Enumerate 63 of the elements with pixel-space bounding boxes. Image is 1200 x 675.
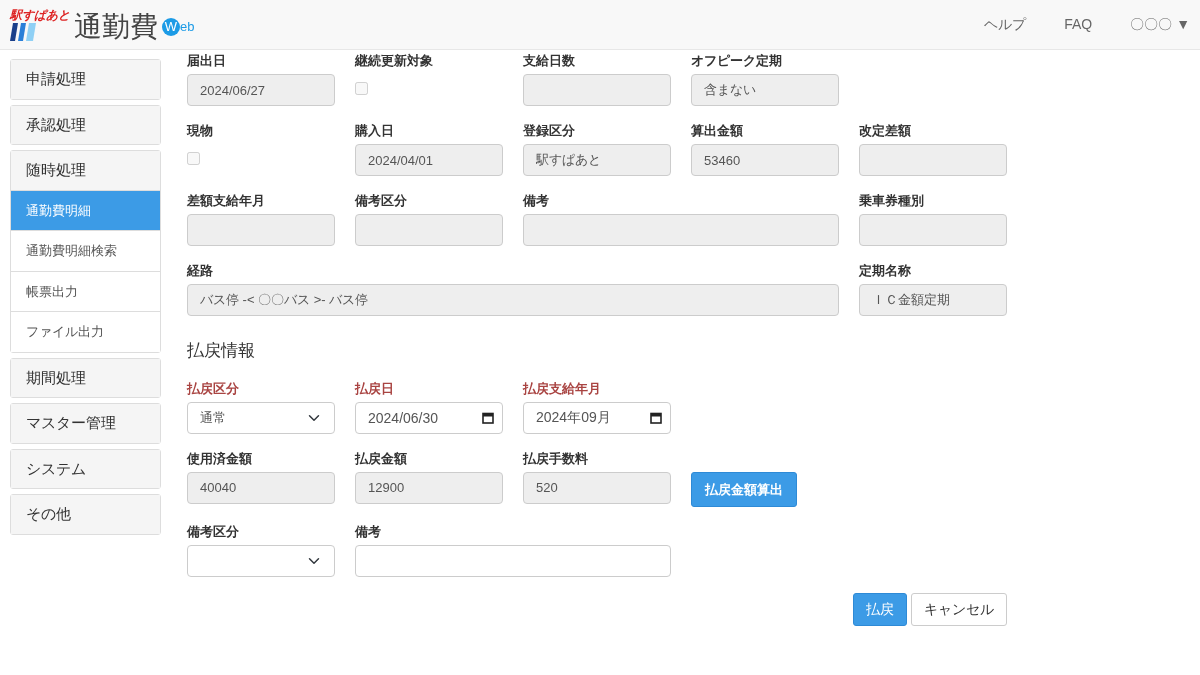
calendar-icon[interactable] <box>650 411 662 424</box>
logo-tagline: 駅すぱあと <box>10 8 70 23</box>
sidebar-item[interactable]: ファイル出力 <box>11 311 160 352</box>
logo-title: 通勤費 <box>74 12 158 41</box>
field-label: 備考 <box>523 192 550 210</box>
field-label: 払戻金額 <box>355 449 408 468</box>
field-label: 払戻手数料 <box>523 449 589 468</box>
field-label: 継続更新対象 <box>355 52 434 70</box>
field-label: 現物 <box>187 122 214 140</box>
sidebar-group[interactable]: 申請処理 <box>11 60 160 99</box>
text-field[interactable]: 520 <box>523 471 671 504</box>
date-field[interactable]: 2024年09月 <box>523 401 671 434</box>
text-field[interactable]: 駅すぱあと <box>523 144 671 176</box>
calendar-icon[interactable] <box>482 411 494 424</box>
field-label: 定期名称 <box>859 262 912 280</box>
sidebar-group[interactable]: 随時処理 <box>11 151 160 190</box>
text-field[interactable]: 2024/06/27 <box>187 74 335 106</box>
text-field[interactable] <box>355 545 671 577</box>
field-label: 払戻支給年月 <box>523 379 602 398</box>
field-label: 購入日 <box>355 122 395 140</box>
sidebar-group[interactable]: マスター管理 <box>11 404 160 443</box>
sidebar-group[interactable]: その他 <box>11 495 160 534</box>
field-label: オフピーク定期 <box>691 52 783 70</box>
text-field[interactable] <box>523 74 671 106</box>
sidebar-group[interactable]: システム <box>11 449 160 488</box>
field-label: 算出金額 <box>691 122 744 140</box>
select-field[interactable] <box>187 545 335 577</box>
logo-badge: W <box>162 17 180 36</box>
text-field[interactable]: 12900 <box>355 471 503 504</box>
field-label: 支給日数 <box>523 52 576 70</box>
field-label: 登録区分 <box>523 122 576 140</box>
field-label: 乗車券種別 <box>859 192 925 210</box>
field-label: 使用済金額 <box>187 449 253 468</box>
select-field[interactable]: 通常 <box>187 401 335 434</box>
text-field[interactable] <box>859 214 1007 246</box>
section-heading: 払戻情報 <box>187 340 256 362</box>
text-field[interactable] <box>187 214 335 246</box>
text-field[interactable] <box>523 214 839 246</box>
sidebar-group[interactable]: 承認処理 <box>11 105 160 144</box>
sidebar-group[interactable]: 期間処理 <box>11 358 160 397</box>
logo-suffix: eb <box>180 18 195 37</box>
nav-link[interactable]: FAQ <box>1064 14 1093 35</box>
text-field[interactable]: バス停 -< 〇〇バス >- バス停 <box>187 284 839 316</box>
field-label: 払戻区分 <box>187 379 240 398</box>
nav-link[interactable]: ヘルプ <box>984 14 1027 35</box>
text-field[interactable]: 含まない <box>691 74 839 106</box>
logo-stripes-icon <box>10 22 36 41</box>
field-label: 備考区分 <box>355 192 408 210</box>
field-label: 備考区分 <box>187 523 240 541</box>
field-label: 払戻日 <box>355 379 395 398</box>
field-label: 備考 <box>355 523 382 541</box>
text-field[interactable]: 53460 <box>691 144 839 176</box>
text-field[interactable] <box>859 144 1007 176</box>
field-label: 差額支給年月 <box>187 192 266 210</box>
text-field[interactable]: 40040 <box>187 471 335 504</box>
field-label: 改定差額 <box>859 122 912 140</box>
date-field[interactable]: 2024/06/30 <box>355 401 503 434</box>
user-menu[interactable]: 〇〇〇 ▼ <box>1130 14 1190 35</box>
text-field[interactable]: 2024/04/01 <box>355 144 503 176</box>
field-label: 届出日 <box>187 52 227 70</box>
cancel-button[interactable]: キャンセル <box>911 593 1007 626</box>
text-field[interactable]: ＩＣ金額定期 <box>859 284 1007 316</box>
field-label: 経路 <box>187 262 214 280</box>
